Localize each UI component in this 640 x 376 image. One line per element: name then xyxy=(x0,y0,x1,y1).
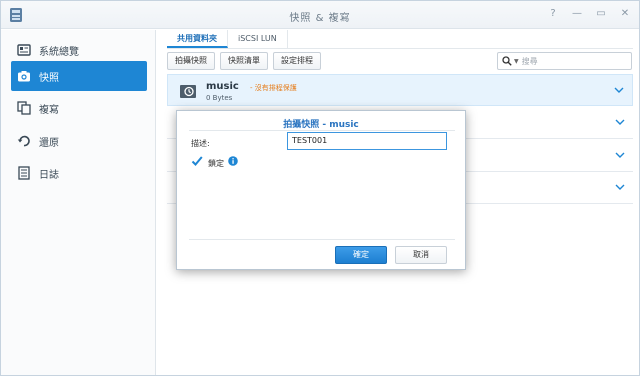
sidebar-item-label: 日誌 xyxy=(39,169,59,181)
tab-bar: 共用資料夾 iSCSI LUN xyxy=(167,30,288,48)
replicate-icon xyxy=(17,101,31,115)
sidebar-item-label: 快照 xyxy=(39,72,59,84)
window-title: 快照 & 複寫 xyxy=(289,13,351,24)
chevron-down-icon[interactable] xyxy=(615,150,625,160)
description-field[interactable]: TEST001 xyxy=(287,132,447,150)
sidebar: 系統總覽 快照 複寫 還原 日誌 xyxy=(1,30,156,375)
snapshot-list-button[interactable]: 快照清單 xyxy=(220,52,268,70)
dialog-title: 拍攝快照 - music xyxy=(283,120,359,130)
chevron-down-icon[interactable] xyxy=(615,182,625,192)
sidebar-item-label: 還原 xyxy=(39,137,59,149)
search-dropdown-icon[interactable]: ▼ xyxy=(514,58,519,65)
info-icon[interactable] xyxy=(228,156,238,166)
checkmark-icon xyxy=(191,156,203,166)
maximize-icon[interactable]: ▭ xyxy=(595,8,607,20)
tab-divider xyxy=(167,48,633,49)
minimize-icon[interactable]: — xyxy=(571,8,583,20)
search-icon xyxy=(502,56,512,66)
search-input[interactable]: ▼ 搜尋 xyxy=(497,52,632,70)
share-size: 0 Bytes xyxy=(206,94,233,102)
sidebar-item-replication[interactable]: 複寫 xyxy=(11,93,147,123)
set-schedule-button[interactable]: 設定排程 xyxy=(273,52,321,70)
schedule-note: - 沒有排程保護 xyxy=(250,84,297,92)
title-bar: 快照 & 複寫 ? — ▭ ✕ xyxy=(1,1,639,29)
sidebar-item-label: 複寫 xyxy=(39,104,59,116)
share-name: music xyxy=(206,81,239,92)
take-snapshot-button[interactable]: 拍攝快照 xyxy=(167,52,215,70)
toolbar: 拍攝快照 快照清單 設定排程 xyxy=(167,52,321,70)
list-item[interactable]: music - 沒有排程保護 0 Bytes xyxy=(167,74,633,106)
take-snapshot-dialog: 拍攝快照 - music 描述: TEST001 鎖定 確定 取消 xyxy=(176,110,466,270)
ok-button[interactable]: 確定 xyxy=(335,246,387,264)
cancel-button[interactable]: 取消 xyxy=(395,246,447,264)
app-window: 快照 & 複寫 ? — ▭ ✕ 系統總覽 快照 複寫 還原 日誌 共用資料夾 i… xyxy=(0,0,640,376)
chevron-down-icon[interactable] xyxy=(614,85,624,95)
description-label: 描述: xyxy=(191,139,210,148)
tab-iscsi-lun[interactable]: iSCSI LUN xyxy=(228,30,288,48)
search-placeholder: 搜尋 xyxy=(521,56,538,66)
chevron-down-icon[interactable] xyxy=(615,117,625,127)
sidebar-item-snapshot[interactable]: 快照 xyxy=(11,61,147,91)
camera-icon xyxy=(17,69,31,83)
dialog-divider xyxy=(189,130,455,131)
sidebar-item-restore[interactable]: 還原 xyxy=(11,126,147,156)
close-icon[interactable]: ✕ xyxy=(619,8,631,20)
sidebar-item-log[interactable]: 日誌 xyxy=(11,158,147,188)
lock-checkbox[interactable] xyxy=(191,155,203,167)
snapshot-folder-icon xyxy=(180,83,198,99)
dialog-divider xyxy=(189,239,455,240)
help-icon[interactable]: ? xyxy=(547,8,559,20)
overview-icon xyxy=(17,43,31,57)
log-icon xyxy=(17,166,31,180)
sidebar-item-label: 系統總覽 xyxy=(39,46,79,58)
tab-shared-folder[interactable]: 共用資料夾 xyxy=(167,30,228,48)
restore-icon xyxy=(17,134,31,148)
lock-label: 鎖定 xyxy=(208,159,224,168)
